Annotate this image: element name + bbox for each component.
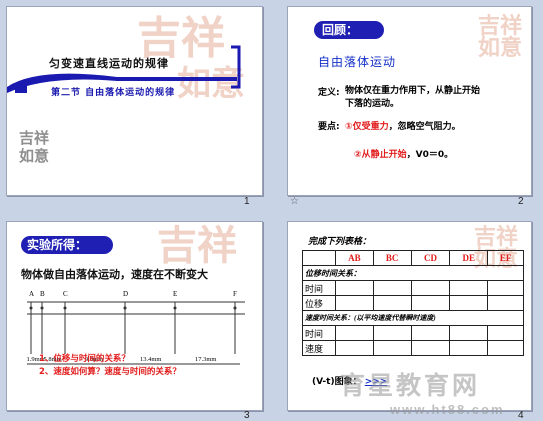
table-row: 速度 <box>302 340 524 356</box>
table-cell[interactable] <box>372 280 412 296</box>
table-row: 时间 <box>302 325 524 341</box>
key-point-1: ①仅受重力，忽略空气阻力。 <box>345 119 461 132</box>
slide-thumbnail-1[interactable]: 吉祥 如意 匀变速直线运动的规律 第二节 自由落体运动的规律 吉祥 如意 1 <box>6 6 263 196</box>
table-cell[interactable] <box>487 325 524 341</box>
table-cell[interactable] <box>449 325 489 341</box>
question-1: 1、位移与时间的关系？ <box>39 354 130 364</box>
decorative-watermark: 吉祥 如意 <box>478 13 523 61</box>
slide-subtitle: 第二节 自由落体运动的规律 <box>51 88 176 98</box>
key-point-2: ②从静止开始，V0＝0。 <box>354 147 453 160</box>
point-marker: ② <box>354 150 362 160</box>
key-label: 要点: <box>318 122 340 132</box>
table-cell[interactable] <box>410 325 451 341</box>
row-label: 时间 <box>302 280 336 296</box>
column-header: DE <box>449 250 489 266</box>
table-row: 时间 <box>302 280 524 296</box>
table-cell[interactable] <box>487 340 524 356</box>
tape-point-label: C <box>63 290 68 298</box>
slide-number-2: 2 <box>518 196 524 207</box>
tape-point-label: B <box>40 290 45 298</box>
table-cell[interactable] <box>449 280 489 296</box>
slide-number-1: 1 <box>244 196 250 207</box>
tape-distance-label: 13.4mm <box>140 356 162 363</box>
table-cell[interactable] <box>410 340 451 356</box>
table-cell[interactable] <box>335 295 374 311</box>
row-label: 位移 <box>302 295 336 311</box>
table-header-row: AB BC CD DE EF <box>302 250 524 266</box>
table-cell[interactable] <box>335 340 374 356</box>
table-row: 位移 <box>302 295 524 311</box>
row-label: 速度 <box>302 340 336 356</box>
section-label: 位移时间关系： <box>302 265 524 281</box>
table-cell[interactable] <box>335 280 374 296</box>
slide-title: 匀变速直线运动的规律 <box>49 57 169 70</box>
experiment-statement: 物体做自由落体运动，速度在不断变大 <box>21 268 208 281</box>
table-cell[interactable] <box>487 280 524 296</box>
table-row: 速度时间关系：(以平均速度代替瞬时速度) <box>302 310 524 326</box>
tape-point-label: E <box>173 290 178 298</box>
site-watermark: 育星教育网 www.ht88.com <box>340 366 540 418</box>
tape-point-label: F <box>233 290 237 298</box>
point-highlight: 从静止开始 <box>361 150 407 160</box>
definition-label: 定义: <box>318 88 340 98</box>
slide-thumbnail-3[interactable]: 吉祥 实验所得： 物体做自由落体运动，速度在不断变大 A B C D E F 1.9mm 5.… <box>6 221 263 411</box>
topic-title: 自由落体运动 <box>318 55 397 69</box>
table-cell[interactable] <box>487 295 524 311</box>
row-label: 时间 <box>302 325 336 341</box>
logo-stamp: 吉祥 如意 <box>19 129 50 165</box>
column-header: AB <box>335 250 374 266</box>
tape-point-label: D <box>123 290 129 298</box>
definition-text: 物体仅在重力作用下，从静止开始下落的运动。 <box>345 86 481 109</box>
point-highlight: 仅受重力 <box>352 122 389 132</box>
star-icon[interactable]: ☆ <box>290 196 299 207</box>
section-header: 回顾： <box>314 21 384 39</box>
table-title: 完成下列表格： <box>308 237 372 247</box>
watermark-url: www.ht88.com <box>390 402 505 417</box>
data-table: AB BC CD DE EF 位移时间关系： 时间 位移 速度时间关系：(以平均… <box>302 250 524 356</box>
table-cell[interactable] <box>449 295 489 311</box>
table-cell[interactable] <box>372 295 412 311</box>
tape-point-label: A <box>29 290 35 298</box>
column-header: EF <box>487 250 524 266</box>
table-row: 位移时间关系： <box>302 265 524 281</box>
table-cell[interactable] <box>335 325 374 341</box>
point-text: ，忽略空气阻力。 <box>388 122 461 132</box>
decorative-watermark: 吉祥 <box>157 222 237 269</box>
slide-number-3: 3 <box>244 410 250 421</box>
column-header: CD <box>410 250 451 266</box>
table-cell[interactable] <box>410 295 451 311</box>
table-cell[interactable] <box>372 325 412 341</box>
question-2: 2、速度如何算？速度与时间的关系？ <box>39 367 181 377</box>
tape-distance-label: 17.3mm <box>195 356 217 363</box>
section-header: 实验所得： <box>21 236 113 254</box>
table-cell[interactable] <box>372 340 412 356</box>
section-label: 速度时间关系：(以平均速度代替瞬时速度) <box>302 310 524 326</box>
point-text: ，V0＝0。 <box>406 150 454 160</box>
table-cell[interactable] <box>410 280 451 296</box>
slide-thumbnail-2[interactable]: 吉祥 如意 回顾： 自由落体运动 定义: 物体仅在重力作用下，从静止开始下落的运动… <box>287 6 532 196</box>
table-cell[interactable] <box>449 340 489 356</box>
bracket-decoration <box>231 45 241 89</box>
column-header: BC <box>372 250 412 266</box>
point-marker: ① <box>345 122 353 132</box>
watermark-title: 育星教育网 <box>340 371 481 400</box>
